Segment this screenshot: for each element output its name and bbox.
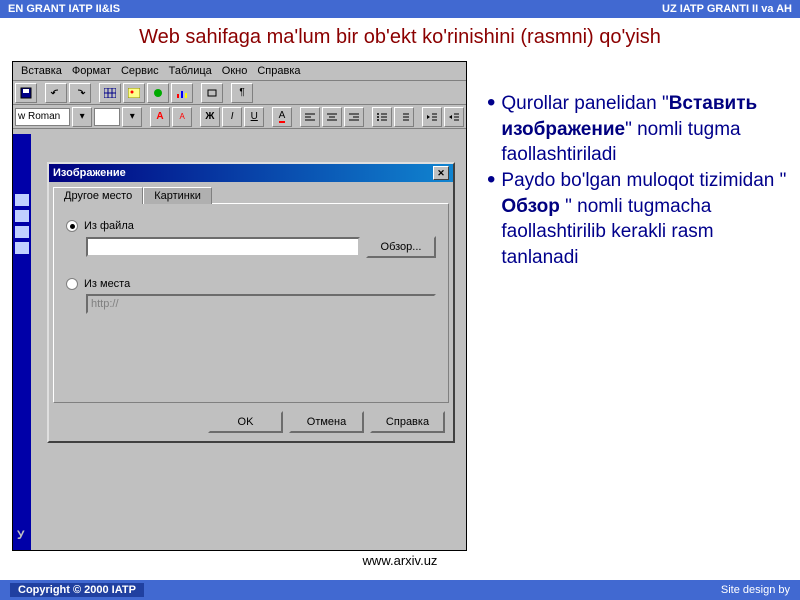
table-icon[interactable] (99, 83, 121, 103)
pilcrow-icon[interactable]: ¶ (231, 83, 253, 103)
align-center-icon[interactable] (322, 107, 342, 127)
file-path-input[interactable] (86, 237, 360, 257)
outdent-icon[interactable] (422, 107, 442, 127)
font-size-field[interactable] (94, 108, 120, 126)
menu-help[interactable]: Справка (253, 64, 304, 78)
tab-other-location[interactable]: Другое место (53, 187, 143, 204)
dropdown-icon[interactable]: ▾ (72, 107, 92, 127)
insert-image-icon[interactable] (123, 83, 145, 103)
url-input: http:// (86, 294, 436, 314)
dialog-title-text: Изображение (53, 167, 126, 179)
bullet-list-icon[interactable] (372, 107, 392, 127)
tab-clipart[interactable]: Картинки (143, 187, 212, 204)
side-item[interactable] (15, 242, 29, 254)
decrease-font-icon[interactable]: A (172, 107, 192, 127)
editor-window: Вставка Формат Сервис Таблица Окно Справ… (12, 61, 467, 551)
bullet-icon: • (487, 91, 495, 168)
underline-icon[interactable]: U (244, 107, 264, 127)
side-letter: У (17, 528, 24, 542)
ok-button[interactable]: OK (208, 411, 283, 433)
standard-toolbar: ¶ (13, 81, 466, 105)
bold-icon[interactable]: Ж (200, 107, 220, 127)
side-item[interactable] (15, 226, 29, 238)
number-list-icon[interactable] (394, 107, 414, 127)
menu-table[interactable]: Таблица (165, 64, 216, 78)
save-icon[interactable] (15, 83, 37, 103)
cancel-button[interactable]: Отмена (289, 411, 364, 433)
menu-window[interactable]: Окно (218, 64, 252, 78)
font-color-icon[interactable]: A (272, 107, 292, 127)
header-left: EN GRANT IATP II&IS (8, 3, 120, 15)
instruction-2a: Paydo bo'lgan muloqot tizimidan " (501, 170, 786, 191)
radio-from-url[interactable] (66, 278, 78, 290)
menu-tools[interactable]: Сервис (117, 64, 163, 78)
dialog-titlebar: Изображение ✕ (49, 164, 453, 182)
radio-from-file[interactable] (66, 220, 78, 232)
menu-insert[interactable]: Вставка (17, 64, 66, 78)
instruction-1a: Qurollar panelidan " (501, 93, 668, 114)
menu-bar: Вставка Формат Сервис Таблица Окно Справ… (13, 62, 466, 81)
copyright-text: Copyright © 2000 IATP (10, 583, 144, 597)
header-right: UZ IATP GRANTI II va AH (662, 3, 792, 15)
formatting-toolbar: w Roman ▾ ▾ A A Ж I U A (13, 105, 466, 129)
align-right-icon[interactable] (344, 107, 364, 127)
side-panel: У (13, 134, 31, 550)
dropdown-icon[interactable]: ▾ (122, 107, 142, 127)
side-item[interactable] (15, 210, 29, 222)
link-icon[interactable] (147, 83, 169, 103)
italic-icon[interactable]: I (222, 107, 242, 127)
object-icon[interactable] (201, 83, 223, 103)
design-credit: Site design by (721, 584, 790, 596)
image-dialog: Изображение ✕ Другое место Картинки Из ф… (47, 162, 455, 443)
header-bar: EN GRANT IATP II&IS UZ IATP GRANTI II va… (0, 0, 800, 18)
increase-font-icon[interactable]: A (150, 107, 170, 127)
footer-bar: Copyright © 2000 IATP Site design by (0, 580, 800, 600)
side-item[interactable] (15, 194, 29, 206)
instruction-2-bold: Обзор (501, 196, 559, 217)
align-left-icon[interactable] (300, 107, 320, 127)
page-title: Web sahifaga ma'lum bir ob'ekt ko'rinish… (0, 18, 800, 61)
instruction-text: • Qurollar panelidan "Вставить изображен… (487, 61, 788, 551)
close-icon[interactable]: ✕ (433, 166, 449, 180)
chart-icon[interactable] (171, 83, 193, 103)
url-text: www.arxiv.uz (0, 551, 800, 570)
undo-icon[interactable] (45, 83, 67, 103)
menu-format[interactable]: Формат (68, 64, 115, 78)
indent-icon[interactable] (444, 107, 464, 127)
radio-from-url-label: Из места (84, 278, 130, 290)
bullet-icon: • (487, 168, 495, 271)
radio-from-file-label: Из файла (84, 220, 134, 232)
browse-button[interactable]: Обзор... (366, 236, 436, 258)
redo-icon[interactable] (69, 83, 91, 103)
help-button[interactable]: Справка (370, 411, 445, 433)
tab-panel: Из файла Обзор... Из места http:// (53, 203, 449, 403)
font-name-field[interactable]: w Roman (15, 108, 70, 126)
